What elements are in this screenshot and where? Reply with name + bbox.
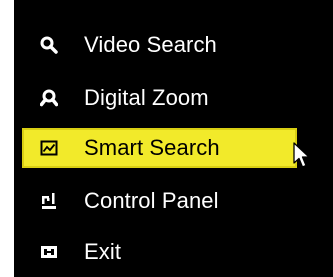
menu-item-smart-search[interactable]: Smart Search [22,128,297,168]
menu-item-label: Video Search [84,32,217,57]
menu-item-control-panel[interactable]: Control Panel [14,181,319,221]
menu-item-digital-zoom[interactable]: Digital Zoom [14,78,319,118]
control-panel-icon [42,193,56,209]
menu-item-label: Digital Zoom [84,85,209,110]
mouse-pointer-icon [293,142,310,168]
exit-icon [41,246,57,258]
zoom-icon [40,89,58,107]
menu-item-exit[interactable]: Exit [14,232,319,272]
search-icon [40,36,58,54]
menu-item-label: Exit [84,239,122,264]
menu-item-label: Control Panel [84,188,219,213]
chart-image-icon [40,140,58,156]
context-menu: Video Search Digital Zoom Smart Search C… [14,0,333,277]
menu-item-video-search[interactable]: Video Search [14,25,319,65]
menu-item-label: Smart Search [84,135,220,160]
